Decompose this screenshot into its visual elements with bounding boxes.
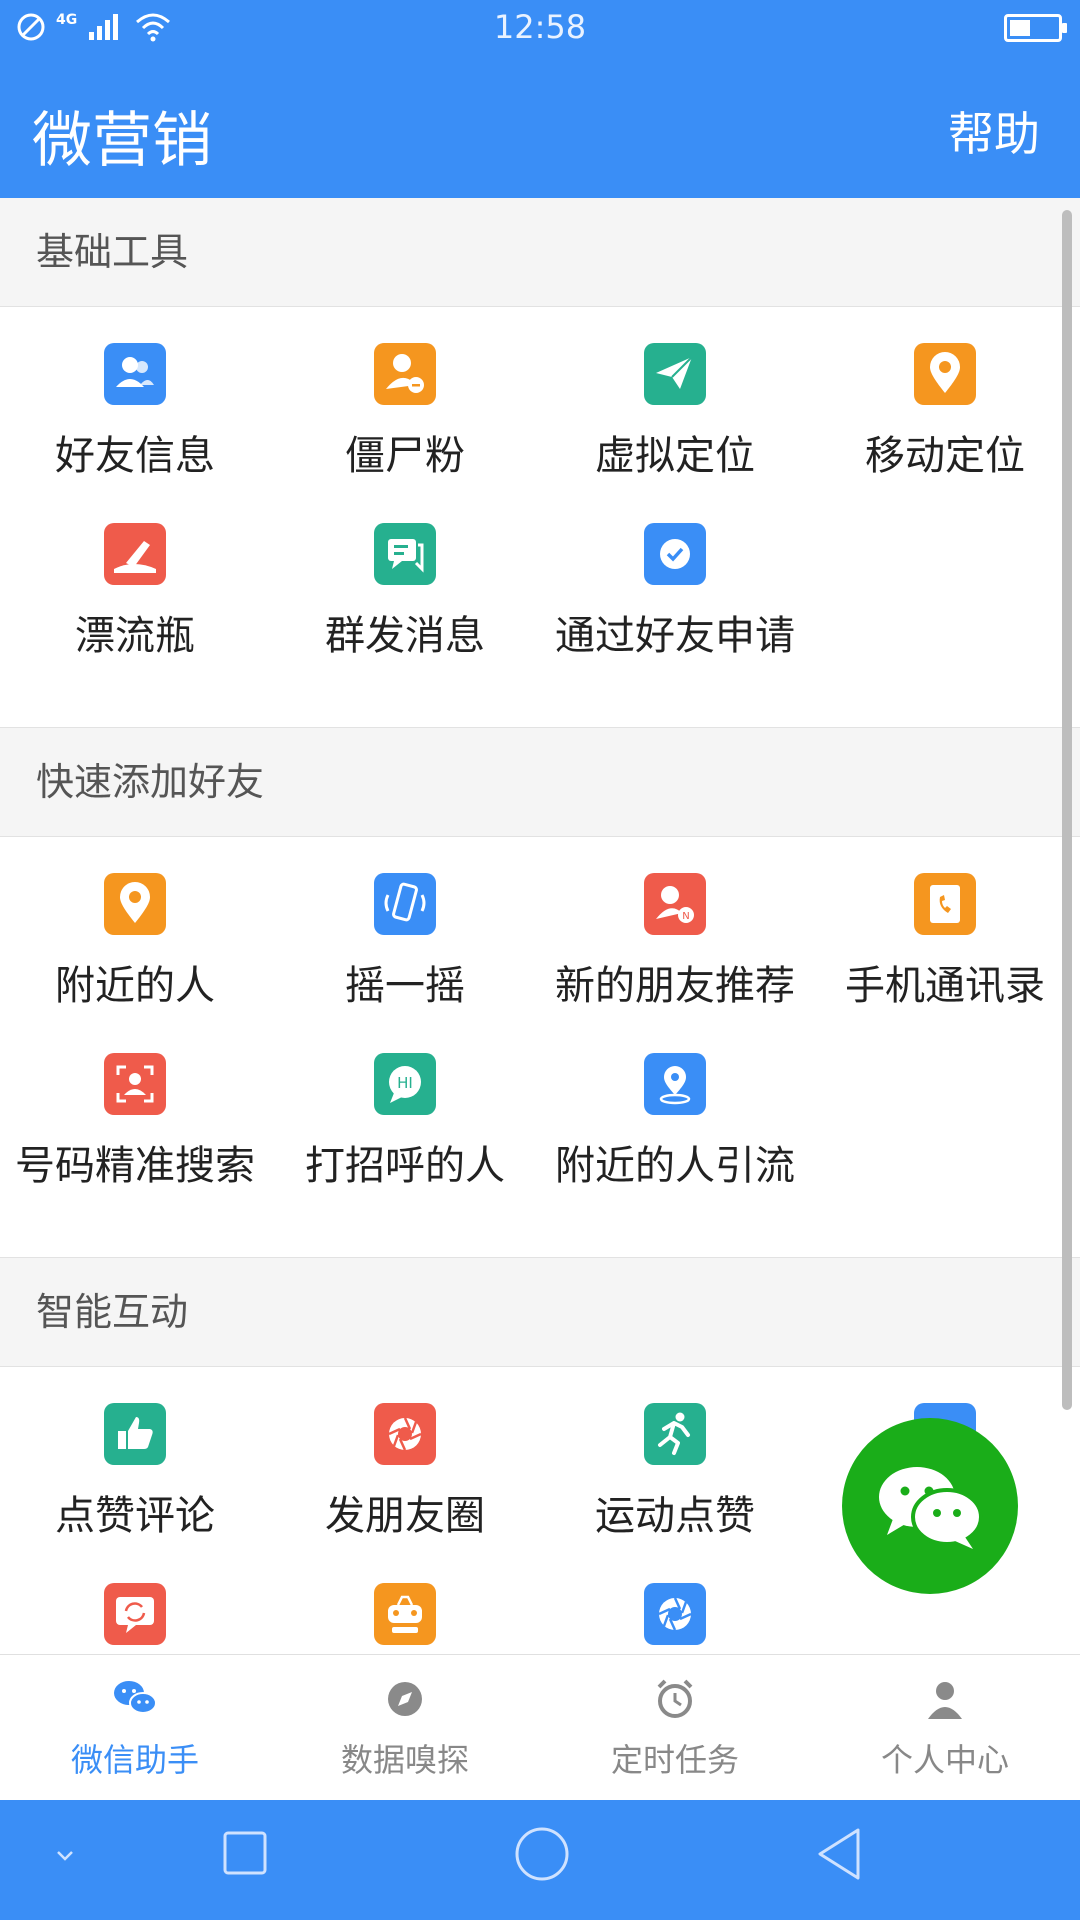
tool-label: 手机通讯录 (845, 963, 1045, 1009)
bottom-tab-bar: 微信助手 数据嗅探 定时任务 个人中心 (0, 1654, 1080, 1801)
tab-label: 个人中心 (880, 1741, 1009, 1779)
tab-label: 定时任务 (610, 1741, 739, 1779)
tool-label: 发朋友圈 (325, 1493, 485, 1539)
tool-tile[interactable]: 手机通讯录 (810, 873, 1080, 1053)
nav-back-icon[interactable] (814, 1826, 864, 1882)
robot-icon (374, 1583, 436, 1645)
bottle-icon (104, 523, 166, 585)
scrollbar[interactable] (1062, 210, 1072, 1410)
tool-label: 通过好友申请 (555, 613, 795, 659)
tool-tile[interactable]: 移动定位 (810, 343, 1080, 523)
tool-label: 附近的人引流 (555, 1143, 795, 1189)
tool-tile[interactable]: 群发消息 (270, 523, 540, 703)
tool-tile[interactable]: 聊天自动回复 (0, 1583, 270, 1654)
tool-tile[interactable]: 朋友圈跟圈 (540, 1583, 810, 1654)
tool-label: 僵尸粉 (345, 433, 465, 479)
section-grid: 附近的人 摇一摇 N 新的朋友推荐 手机通讯录号码精准搜索 HI 打招呼的人 附近的人引流 (0, 836, 1080, 1258)
compass-icon (381, 1675, 429, 1727)
check-badge-icon (644, 523, 706, 585)
battery-fill (1010, 20, 1030, 36)
tool-label: 运动点赞 (595, 1493, 755, 1539)
aperture-icon (374, 1403, 436, 1465)
tool-tile[interactable]: 漂流瓶 (0, 523, 270, 703)
tool-tile[interactable]: 运动点赞 (540, 1403, 810, 1583)
battery-indicator (1004, 14, 1067, 42)
svg-text:HI: HI (397, 1074, 413, 1092)
tool-label: 漂流瓶 (75, 613, 195, 659)
user-icon (921, 1675, 969, 1727)
wechat-icon (879, 1467, 983, 1549)
tool-label: 摇一摇 (345, 963, 465, 1009)
tool-tile[interactable]: 通过好友申请 (540, 523, 810, 703)
location-pin-icon (914, 343, 976, 405)
section-grid: 好友信息 僵尸粉 虚拟定位 移动定位漂流瓶 群发消息 通过好友申请 (0, 306, 1080, 728)
battery-icon (1004, 14, 1067, 42)
friends-icon (104, 343, 166, 405)
app-bar: 微营销 帮助 (0, 56, 1080, 198)
aperture-icon (644, 1583, 706, 1645)
tool-label: 移动定位 (865, 433, 1025, 479)
tool-label: 点赞评论 (55, 1493, 215, 1539)
tab-0[interactable]: 微信助手 (0, 1655, 270, 1801)
tool-tile[interactable]: 好友信息 (0, 343, 270, 523)
refresh-chat-icon (104, 1583, 166, 1645)
tool-label: 群发消息 (325, 613, 485, 659)
tool-tile[interactable]: 附近的人 (0, 873, 270, 1053)
tool-tile[interactable]: 发朋友圈 (270, 1403, 540, 1583)
svg-text:N: N (682, 911, 689, 922)
help-button[interactable]: 帮助 (948, 98, 1040, 164)
section-title: 智能互动 (0, 1258, 1080, 1366)
hi-bubble-icon: HI (374, 1053, 436, 1115)
nav-recent-icon[interactable] (222, 1830, 268, 1876)
tool-tile[interactable]: 图灵机器人 (270, 1583, 540, 1654)
runner-icon (644, 1403, 706, 1465)
tool-tile[interactable]: 号码精准搜索 (0, 1053, 270, 1233)
nav-down-icon[interactable] (50, 1840, 80, 1870)
tab-2[interactable]: 定时任务 (540, 1655, 810, 1801)
tool-tile[interactable]: 虚拟定位 (540, 343, 810, 523)
wechat-fab-button[interactable] (842, 1418, 1018, 1594)
phone-shake-icon (374, 873, 436, 935)
thumbs-up-icon (104, 1403, 166, 1465)
phone-book-icon (914, 873, 976, 935)
tool-label: 附近的人 (55, 963, 215, 1009)
tool-label: 打招呼的人 (305, 1143, 505, 1189)
tab-3[interactable]: 个人中心 (810, 1655, 1080, 1801)
tool-tile[interactable]: 附近的人引流 (540, 1053, 810, 1233)
paper-plane-icon (644, 343, 706, 405)
tool-tile[interactable]: 僵尸粉 (270, 343, 540, 523)
chat-bubbles-icon (374, 523, 436, 585)
nav-home-icon[interactable] (514, 1826, 570, 1882)
map-marker-icon (644, 1053, 706, 1115)
section-title: 基础工具 (0, 198, 1080, 306)
scan-person-icon (104, 1053, 166, 1115)
tool-label: 号码精准搜索 (15, 1143, 255, 1189)
section-title: 快速添加好友 (0, 728, 1080, 836)
alarm-clock-icon (651, 1675, 699, 1727)
tool-label: 虚拟定位 (595, 433, 755, 479)
page-title: 微营销 (32, 106, 212, 176)
location-pin-icon (104, 873, 166, 935)
tab-label: 微信助手 (70, 1741, 199, 1779)
tool-tile[interactable]: N 新的朋友推荐 (540, 873, 810, 1053)
status-time: 12:58 (493, 8, 587, 46)
tool-tile[interactable]: 摇一摇 (270, 873, 540, 1053)
tool-label: 好友信息 (55, 433, 215, 479)
system-nav-bar (0, 1800, 1080, 1920)
status-bar: 4G 12:58 (0, 0, 1080, 56)
zombie-fan-icon (374, 343, 436, 405)
tool-tile[interactable]: 点赞评论 (0, 1403, 270, 1583)
wechat-icon (111, 1675, 159, 1727)
tool-label: 新的朋友推荐 (555, 963, 795, 1009)
new-friend-icon: N (644, 873, 706, 935)
tab-label: 数据嗅探 (340, 1741, 469, 1779)
tab-1[interactable]: 数据嗅探 (270, 1655, 540, 1801)
tool-tile[interactable]: HI 打招呼的人 (270, 1053, 540, 1233)
